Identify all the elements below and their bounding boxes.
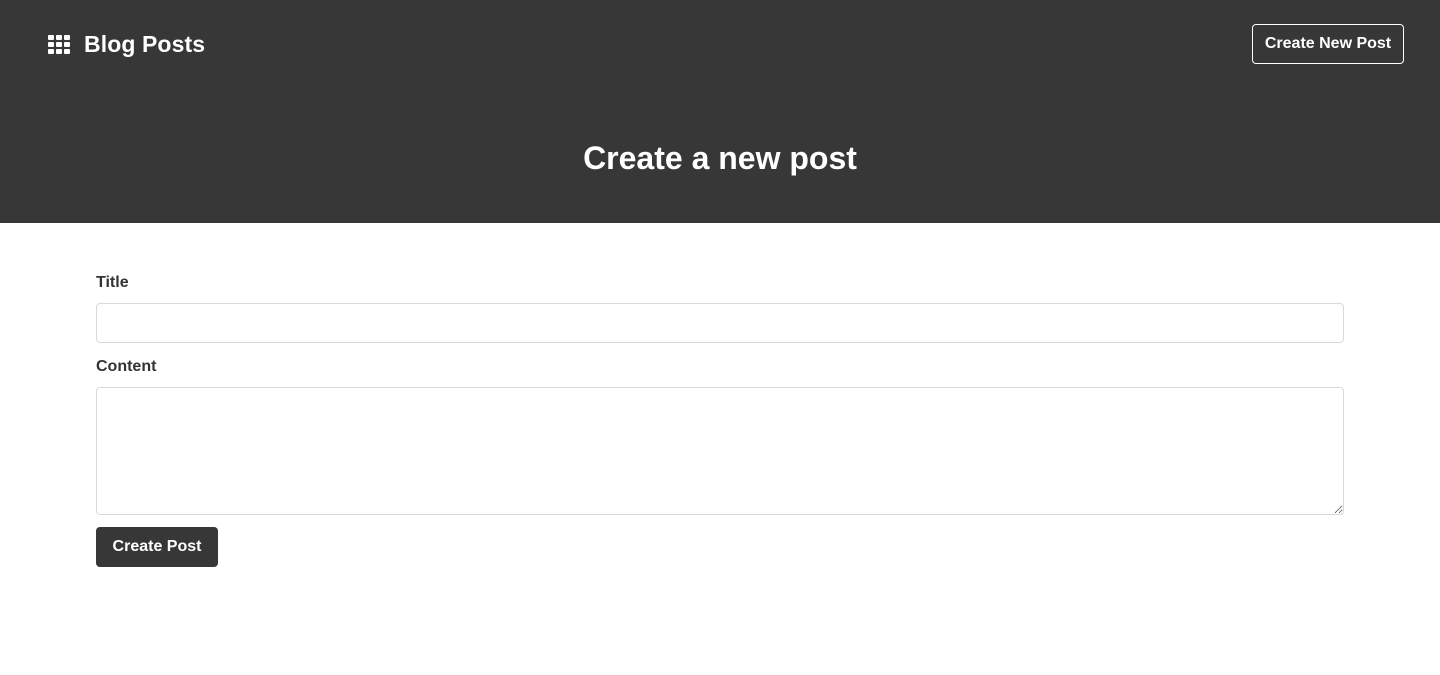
content-label: Content xyxy=(96,358,157,375)
title-input[interactable] xyxy=(96,303,1344,343)
page-header: Blog Posts Create New Post Create a new … xyxy=(0,0,1440,223)
grid-icon xyxy=(48,35,72,54)
create-post-form: Title Content Create Post xyxy=(96,223,1344,567)
brand[interactable]: Blog Posts xyxy=(48,31,205,58)
content-textarea[interactable] xyxy=(96,387,1344,515)
brand-title[interactable]: Blog Posts xyxy=(84,31,205,58)
page-title: Create a new post xyxy=(583,140,857,176)
title-label: Title xyxy=(96,274,129,291)
create-post-button[interactable]: Create Post xyxy=(96,527,218,567)
create-new-post-button[interactable]: Create New Post xyxy=(1252,24,1404,64)
